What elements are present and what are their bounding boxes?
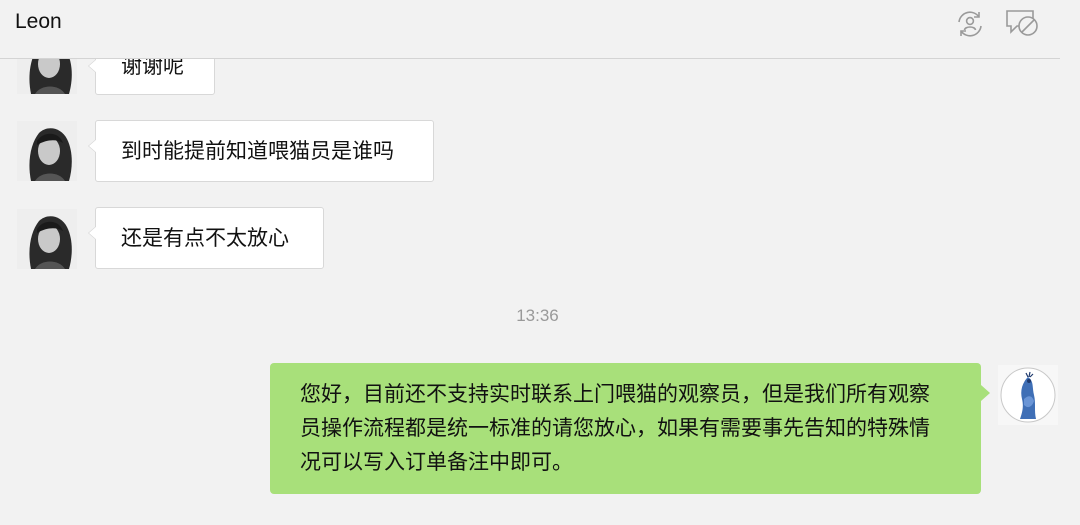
message-bubble[interactable]: 还是有点不太放心 — [88, 207, 324, 269]
timestamp: 13:36 — [516, 306, 559, 325]
message-text: 还是有点不太放心 — [121, 226, 289, 250]
contact-sync-icon[interactable] — [952, 6, 988, 42]
chat-header: Leon — [0, 0, 1060, 59]
message-bubble[interactable]: 到时能提前知道喂猫员是谁吗 — [88, 120, 434, 182]
reply-line: 员操作流程都是统一标准的请您放心，如果有需要事先告知的特殊情 — [300, 416, 930, 440]
chat-title: Leon — [15, 10, 62, 33]
reply-bubble[interactable]: 您好，目前还不支持实时联系上门喂猫的观察员，但是我们所有观察 员操作流程都是统一… — [270, 363, 990, 494]
reply-line: 您好，目前还不支持实时联系上门喂猫的观察员，但是我们所有观察 — [300, 382, 930, 406]
message-text: 到时能提前知道喂猫员是谁吗 — [121, 139, 394, 163]
user-avatar[interactable] — [17, 121, 77, 181]
user-avatar[interactable] — [17, 209, 77, 269]
reply-line: 况可以写入订单备注中即可。 — [300, 450, 573, 474]
chat-disabled-icon[interactable] — [1004, 6, 1040, 42]
peacock-avatar[interactable] — [998, 365, 1058, 425]
